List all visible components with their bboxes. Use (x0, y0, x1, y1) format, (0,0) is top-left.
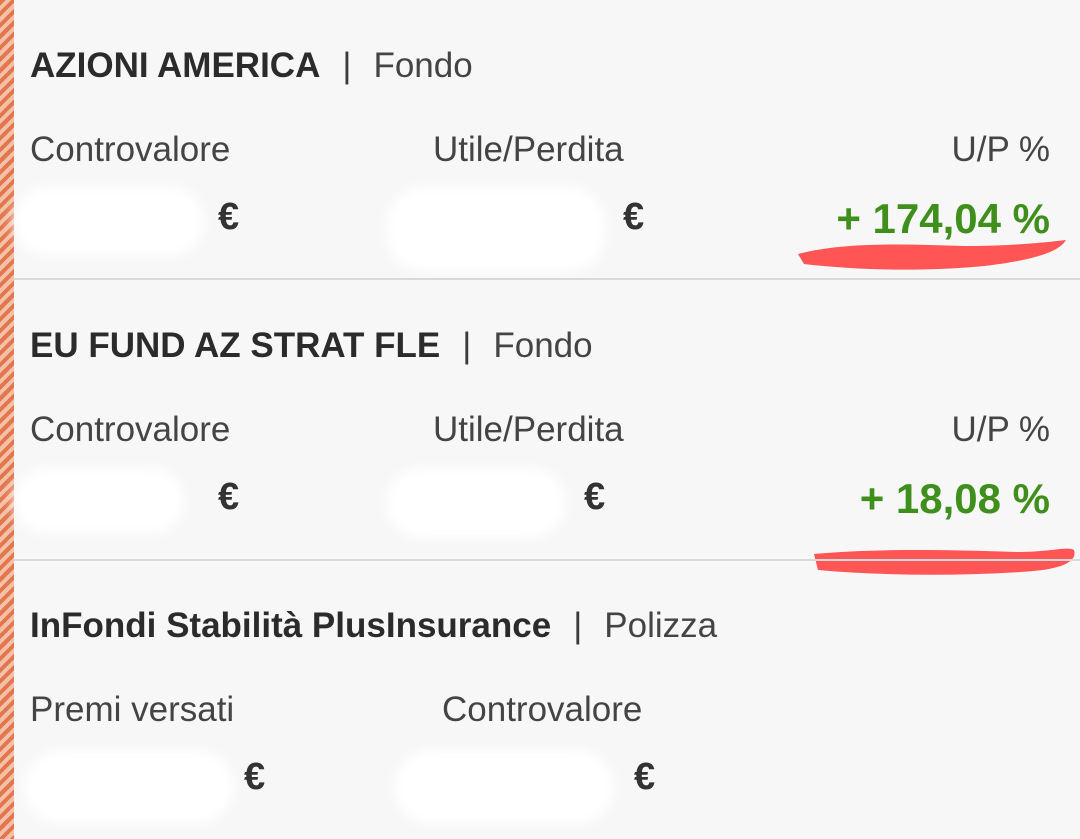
holding-type: Fondo (373, 46, 473, 85)
redaction-blur (386, 186, 606, 272)
profit-loss-label: Utile/Perdita (433, 130, 624, 169)
profit-loss-percent-label: U/P % (951, 410, 1050, 449)
redaction-blur (394, 750, 614, 824)
title-separator: | (342, 46, 352, 85)
title-separator: | (462, 326, 472, 365)
holding-card[interactable]: EU FUND AZ STRAT FLE | Fondo Controvalore … (14, 280, 1080, 575)
paid-premiums-label: Premi versati (30, 690, 235, 729)
red-highlight-mark (798, 240, 1066, 270)
market-value: € (218, 476, 240, 518)
market-value-label: Controvalore (30, 410, 231, 449)
profit-loss-value: € (623, 196, 645, 238)
holding-type: Fondo (493, 326, 593, 365)
holding-name: InFondi Stabilità PlusInsurance (30, 606, 552, 645)
market-value-label: Controvalore (30, 130, 231, 169)
redaction-blur (14, 186, 204, 256)
holding-title: AZIONI AMERICA | Fondo (30, 46, 473, 86)
holding-name: AZIONI AMERICA (30, 46, 321, 85)
profit-loss-percent-label: U/P % (951, 130, 1050, 169)
paid-premiums-value: € (244, 756, 266, 798)
holding-type: Polizza (604, 606, 718, 645)
holding-card[interactable]: InFondi Stabilità PlusInsurance | Polizza … (14, 560, 1080, 839)
market-value-label: Controvalore (442, 690, 643, 729)
redaction-blur (14, 468, 184, 534)
holding-name: EU FUND AZ STRAT FLE (30, 326, 441, 365)
holding-title: EU FUND AZ STRAT FLE | Fondo (30, 326, 593, 366)
profit-loss-value: € (584, 476, 606, 518)
market-value: € (634, 756, 656, 798)
title-separator: | (573, 606, 583, 645)
redaction-blur (24, 750, 234, 824)
market-value: € (218, 196, 240, 238)
profit-loss-label: Utile/Perdita (433, 410, 624, 449)
profit-loss-percent: + 18,08 % (859, 475, 1050, 522)
holding-card[interactable]: AZIONI AMERICA | Fondo Controvalore Utile/… (14, 0, 1080, 281)
accent-stripe (0, 0, 14, 839)
redaction-blur (386, 468, 566, 538)
holding-title: InFondi Stabilità PlusInsurance | Polizza (30, 606, 717, 646)
